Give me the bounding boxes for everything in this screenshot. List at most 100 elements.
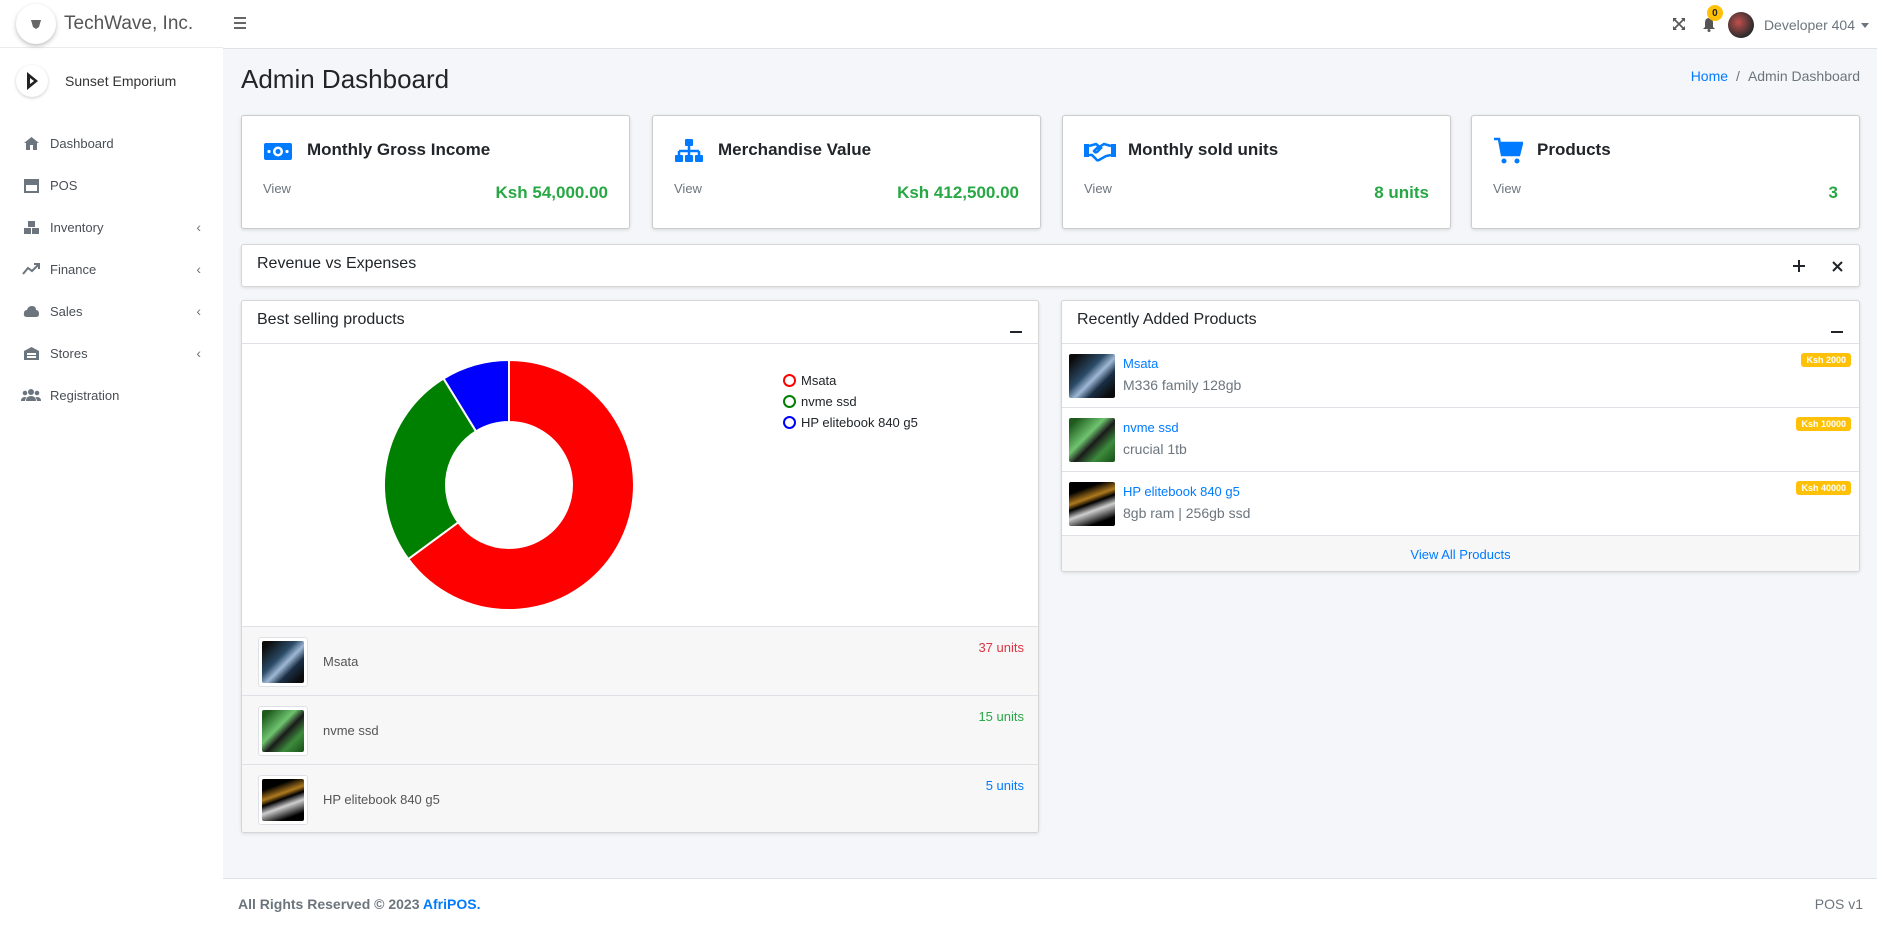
card-title: Best selling products	[257, 311, 405, 328]
notification-count-badge: 0	[1706, 5, 1723, 21]
navbar-right: 0 Developer 404	[1672, 5, 1869, 38]
breadcrumb-home-link[interactable]: Home	[1691, 68, 1728, 84]
product-link[interactable]: HP elitebook 840 g5	[1123, 484, 1240, 499]
sidebar-item-label: Sales	[50, 303, 83, 319]
footer-brand-link[interactable]: AfriPOS.	[423, 896, 481, 912]
breadcrumb-current: Admin Dashboard	[1747, 68, 1860, 84]
info-box-value: Ksh 412,500.00	[897, 183, 1019, 202]
sitemap-icon	[674, 136, 704, 166]
store-panel[interactable]: Sunset Emporium	[0, 52, 223, 110]
store-name: Sunset Emporium	[65, 73, 177, 89]
users-icon	[20, 388, 42, 402]
home-icon	[20, 136, 42, 151]
sidebar-item-dashboard[interactable]: Dashboard	[0, 122, 223, 164]
info-box-value: Ksh 54,000.00	[495, 183, 608, 202]
notifications-bell-icon[interactable]: 0	[1702, 5, 1723, 33]
product-units: 15 units	[978, 709, 1024, 724]
breadcrumb-separator: /	[1736, 68, 1740, 84]
list-item: nvme ssd crucial 1tb Ksh 10000	[1062, 408, 1859, 472]
sidebar-item-inventory[interactable]: Inventory ‹	[0, 206, 223, 248]
sidebar-item-label: Stores	[50, 345, 88, 361]
product-name: HP elitebook 840 g5	[323, 792, 440, 807]
info-box-title: Products	[1537, 140, 1611, 159]
sidebar-item-label: Inventory	[50, 219, 104, 235]
product-link[interactable]: Msata	[1123, 356, 1158, 371]
top-navbar: 0 Developer 404	[223, 0, 1877, 49]
list-item: HP elitebook 840 g5 8gb ram | 256gb ssd …	[1062, 472, 1859, 536]
recent-products-card: Recently Added Products Msata M336 famil…	[1061, 300, 1860, 572]
table-row: Msata 37 units	[242, 626, 1038, 695]
trend-up-icon	[20, 262, 42, 276]
sidebar-item-stores[interactable]: Stores ‹	[0, 332, 223, 374]
price-badge: Ksh 40000	[1796, 481, 1851, 495]
product-thumbnail	[1069, 418, 1115, 462]
cart-icon	[1493, 136, 1524, 166]
info-box-merchandise-value: Merchandise Value View Ksh 412,500.00	[652, 115, 1041, 229]
close-icon[interactable]	[1832, 257, 1843, 275]
caret-down-icon[interactable]	[1861, 22, 1869, 28]
collapse-minus-icon[interactable]	[1010, 319, 1022, 337]
legend-item[interactable]: Msata	[783, 370, 918, 391]
info-box-gross-income: Monthly Gross Income View Ksh 54,000.00	[241, 115, 630, 229]
chevron-left-icon: ‹	[196, 345, 201, 361]
sidebar-item-label: POS	[50, 177, 78, 193]
info-box-value: 3	[1828, 183, 1838, 202]
product-link[interactable]: nvme ssd	[1123, 420, 1179, 435]
product-description: crucial 1tb	[1123, 441, 1187, 457]
fullscreen-icon[interactable]	[1672, 17, 1688, 33]
info-box-sold-units: Monthly sold units View 8 units	[1062, 115, 1451, 229]
legend-swatch	[783, 395, 796, 408]
page-footer: All Rights Reserved © 2023 AfriPOS. POS …	[223, 878, 1877, 926]
sidebar-item-sales[interactable]: Sales ‹	[0, 290, 223, 332]
store-logo-icon	[16, 65, 48, 97]
store-icon	[20, 178, 42, 193]
list-item: Msata M336 family 128gb Ksh 2000	[1062, 344, 1859, 408]
brand-link[interactable]: TechWave, Inc.	[0, 0, 223, 48]
card-title: Revenue vs Expenses	[257, 255, 417, 272]
expand-plus-icon[interactable]	[1793, 257, 1805, 275]
legend-label: HP elitebook 840 g5	[801, 415, 918, 430]
menu-toggle-icon[interactable]	[230, 14, 250, 34]
collapse-minus-icon[interactable]	[1831, 319, 1843, 337]
price-badge: Ksh 10000	[1796, 417, 1851, 431]
sidebar-nav: Dashboard POS Inventory ‹ Finance ‹ Sale…	[0, 122, 223, 416]
sidebar-item-label: Finance	[50, 261, 97, 277]
product-thumbnail	[258, 706, 308, 756]
info-box-title: Merchandise Value	[718, 140, 872, 159]
footer-version: POS v1	[1814, 896, 1863, 912]
product-description: M336 family 128gb	[1123, 377, 1242, 393]
user-name[interactable]: Developer 404	[1764, 17, 1855, 33]
chevron-left-icon: ‹	[196, 261, 201, 277]
card-footer: View All Products	[1062, 536, 1859, 571]
copyright-text: All Rights Reserved © 2023	[238, 896, 420, 912]
info-box-view-link[interactable]: View	[1493, 181, 1521, 196]
sidebar-item-registration[interactable]: Registration	[0, 374, 223, 416]
sidebar-item-pos[interactable]: POS	[0, 164, 223, 206]
chevron-left-icon: ‹	[196, 219, 201, 235]
view-all-products-link[interactable]: View All Products	[1410, 547, 1510, 562]
product-description: 8gb ram | 256gb ssd	[1123, 505, 1251, 521]
info-box-view-link[interactable]: View	[263, 181, 291, 196]
product-units: 5 units	[985, 778, 1024, 793]
info-box-view-link[interactable]: View	[1084, 181, 1112, 196]
product-name: nvme ssd	[323, 723, 379, 738]
page-title: Admin Dashboard	[241, 64, 450, 94]
legend-item[interactable]: HP elitebook 840 g5	[783, 412, 918, 433]
product-thumbnail	[1069, 482, 1115, 526]
sidebar: TechWave, Inc. Sunset Emporium Dashboard…	[0, 0, 223, 926]
brand-logo-icon	[16, 3, 56, 44]
best-selling-card: Best selling products Msata nvme ssd HP el…	[241, 300, 1039, 833]
legend-item[interactable]: nvme ssd	[783, 391, 918, 412]
avatar[interactable]	[1727, 12, 1754, 38]
footer-copyright: All Rights Reserved © 2023 AfriPOS.	[238, 896, 480, 912]
product-thumbnail	[258, 775, 308, 825]
product-thumbnail	[258, 637, 308, 687]
sidebar-item-finance[interactable]: Finance ‹	[0, 248, 223, 290]
sidebar-item-label: Registration	[50, 387, 120, 403]
handshake-icon	[1084, 136, 1116, 166]
donut-chart	[383, 358, 635, 611]
info-box-title: Monthly Gross Income	[307, 140, 491, 159]
info-box-view-link[interactable]: View	[674, 181, 702, 196]
product-units: 37 units	[978, 640, 1024, 655]
sidebar-item-label: Dashboard	[50, 135, 114, 151]
